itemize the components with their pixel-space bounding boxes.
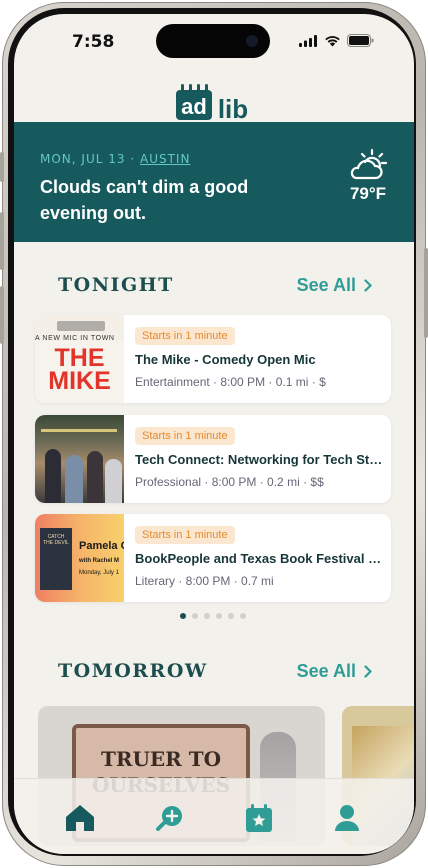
thumb-date: Monday, July 1 (79, 570, 119, 576)
event-card[interactable]: CATCH THE DEVIL Pamela C with Rachel M M… (35, 514, 391, 602)
pagination-dot[interactable] (204, 613, 210, 619)
date-separator: · (130, 152, 136, 166)
venue-logo (57, 321, 105, 331)
event-title: BookPeople and Texas Book Festival Prese… (135, 551, 385, 566)
wifi-icon (325, 35, 340, 46)
logo-lib-text: lib (218, 94, 248, 124)
event-thumbnail (35, 415, 124, 503)
dynamic-island (156, 24, 270, 58)
weather-date: MON, JUL 13 · AUSTIN (40, 152, 190, 166)
event-card[interactable]: Starts in 1 minute Tech Connect: Network… (35, 415, 391, 503)
tonight-heading: TONIGHT (58, 274, 174, 296)
power-button (424, 248, 428, 338)
tomorrow-see-all-button[interactable]: See All (297, 661, 372, 682)
partly-cloudy-icon (350, 148, 388, 180)
search-plus-icon (156, 806, 182, 831)
event-meta: Entertainment · 8:00 PM · 0.1 mi · $ (135, 375, 326, 389)
battery-icon (347, 34, 374, 47)
thumb-with: with Rachel M (79, 558, 120, 564)
tab-home[interactable] (63, 801, 97, 835)
event-meta: Literary · 8:00 PM · 0.7 mi (135, 574, 274, 588)
signal-icon (299, 34, 317, 47)
date-label: MON, JUL 13 (40, 152, 126, 166)
sign-line-1: TRUER TO (100, 747, 222, 771)
chevron-right-icon (364, 665, 372, 678)
volume-up-button (0, 212, 4, 270)
pagination-dot[interactable] (192, 613, 198, 619)
tab-bar (14, 778, 414, 854)
volume-down-button (0, 286, 4, 344)
pagination-dot[interactable] (240, 613, 246, 619)
silent-switch (0, 152, 4, 182)
pagination-dot[interactable] (216, 613, 222, 619)
temperature: 79°F (349, 184, 387, 203)
chevron-right-icon (364, 279, 372, 292)
person-silhouette (105, 459, 122, 503)
status-badge: Starts in 1 minute (135, 427, 235, 445)
tab-search[interactable] (153, 801, 187, 835)
book-cover: CATCH THE DEVIL (40, 528, 72, 590)
status-badge: Starts in 1 minute (135, 327, 235, 345)
tomorrow-heading: TOMORROW (58, 660, 208, 682)
camera-icon (246, 35, 258, 47)
status-bar: 7:58 (14, 14, 414, 68)
tab-profile[interactable] (330, 801, 364, 835)
thumb-author: Pamela C (79, 540, 124, 552)
user-icon (335, 805, 359, 831)
logo-ad-text: ad (181, 94, 207, 119)
tonight-see-all-button[interactable]: See All (297, 275, 372, 296)
status-icons (299, 34, 374, 47)
book-title: CATCH THE DEVIL (43, 534, 69, 546)
weather-message: Clouds can't dim a good evening out. (40, 177, 249, 223)
person-silhouette (87, 451, 103, 503)
pagination-dot[interactable] (228, 613, 234, 619)
person-silhouette (45, 449, 61, 503)
app-screen: 7:58 ad lib MON, JUL 13 · AUSTIN Clouds … (14, 14, 414, 854)
event-meta: Professional · 8:00 PM · 0.2 mi · $$ (135, 475, 324, 489)
event-title: The Mike - Comedy Open Mic (135, 352, 316, 367)
see-all-label: See All (296, 661, 356, 681)
person-silhouette (65, 455, 83, 503)
weather-banner: MON, JUL 13 · AUSTIN Clouds can't dim a … (14, 122, 414, 242)
status-time: 7:58 (72, 32, 115, 52)
see-all-label: See All (296, 275, 356, 295)
thumb-tagline: A NEW MIC IN TOWN (35, 335, 115, 342)
carousel-pagination (180, 613, 246, 619)
pagination-dot[interactable] (180, 613, 186, 619)
tab-calendar[interactable] (242, 801, 276, 835)
event-thumbnail: A NEW MIC IN TOWN THE MIKE (35, 315, 124, 403)
event-card[interactable]: A NEW MIC IN TOWN THE MIKE Starts in 1 m… (35, 315, 391, 403)
status-badge: Starts in 1 minute (135, 526, 235, 544)
calendar-star-icon (246, 804, 272, 832)
city-link[interactable]: AUSTIN (140, 152, 190, 166)
event-title: Tech Connect: Networking for Tech Startu… (135, 452, 385, 467)
string-lights (41, 429, 117, 432)
thumb-title: THE MIKE (48, 344, 111, 395)
event-thumbnail: CATCH THE DEVIL Pamela C with Rachel M M… (35, 514, 124, 602)
home-icon (66, 805, 94, 831)
